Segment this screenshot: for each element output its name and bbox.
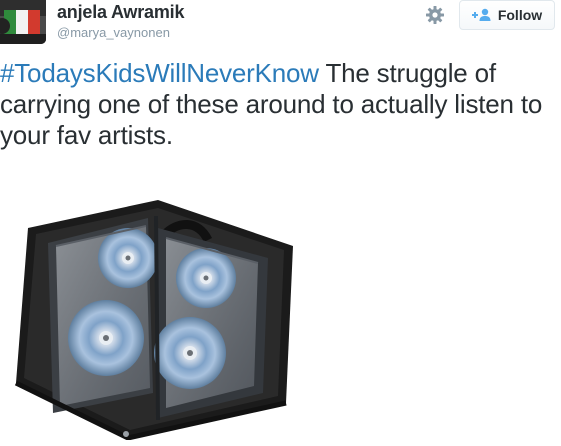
author-handle[interactable]: @marya_vaynonen [57,25,170,40]
tweet-text: #TodaysKidsWillNeverKnow The struggle of… [0,58,556,151]
follow-button[interactable]: Follow [459,0,555,30]
follow-label: Follow [497,7,543,23]
hashtag-link[interactable]: #TodaysKidsWillNeverKnow [0,58,319,88]
author-name[interactable]: anjela Awramik [57,2,184,23]
gear-icon[interactable] [425,5,445,25]
tweet-card: anjela Awramik @marya_vaynonen Follow #T… [0,0,561,446]
avatar[interactable] [0,0,46,44]
add-user-icon [471,8,492,22]
avatar-image [0,0,46,44]
cd-wallet-image [14,200,293,441]
tweet-media-image[interactable] [8,188,298,441]
